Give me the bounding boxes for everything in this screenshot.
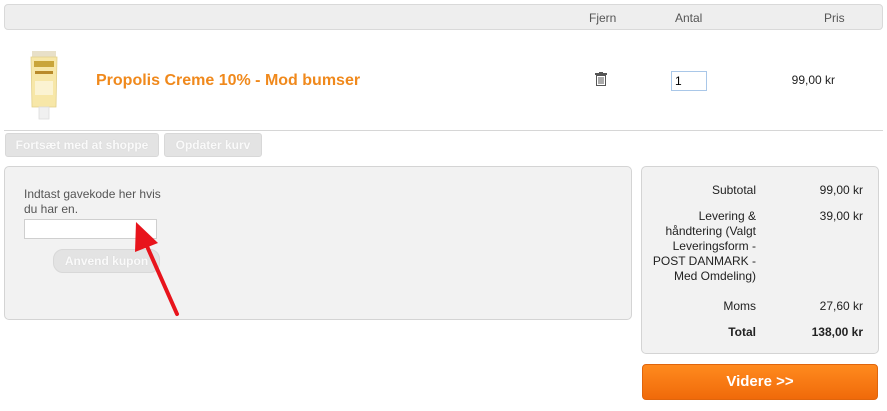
subtotal-value: 99,00 kr [819, 183, 863, 197]
order-summary: Subtotal 99,00 kr Levering & håndtering … [641, 166, 879, 354]
total-value: 138,00 kr [811, 325, 863, 339]
continue-shopping-button[interactable]: Fortsæt med at shoppe [5, 133, 159, 157]
remove-column-header: Fjern [589, 11, 617, 25]
coupon-code-input[interactable] [24, 219, 157, 239]
apply-coupon-button[interactable]: Anvend kupon [53, 249, 160, 273]
tax-label: Moms [723, 299, 756, 313]
shipping-value: 39,00 kr [819, 209, 863, 223]
shipping-label: Levering & håndtering (Valgt Leveringsfo… [652, 209, 756, 283]
total-label: Total [728, 325, 756, 339]
checkout-button[interactable]: Videre >> [642, 364, 878, 400]
quantity-input[interactable] [671, 71, 707, 91]
tax-value: 27,60 kr [819, 299, 863, 313]
cream-tube-icon[interactable] [26, 51, 60, 123]
coupon-panel: Indtast gavekode her hvis du har en. Anv… [4, 166, 632, 320]
update-cart-button[interactable]: Opdater kurv [164, 133, 262, 157]
coupon-label: Indtast gavekode her hvis du har en. [24, 187, 161, 216]
product-name-link[interactable]: Propolis Creme 10% - Mod bumser [96, 72, 360, 90]
item-price: 99,00 kr [791, 73, 835, 87]
quantity-column-header: Antal [675, 11, 703, 25]
cart-header: Fjern Antal Pris [4, 4, 883, 30]
cart-item-row: Propolis Creme 10% - Mod bumser 99,00 kr [4, 31, 883, 131]
trash-icon[interactable] [595, 72, 607, 86]
price-column-header: Pris [824, 11, 845, 25]
subtotal-label: Subtotal [711, 183, 756, 197]
